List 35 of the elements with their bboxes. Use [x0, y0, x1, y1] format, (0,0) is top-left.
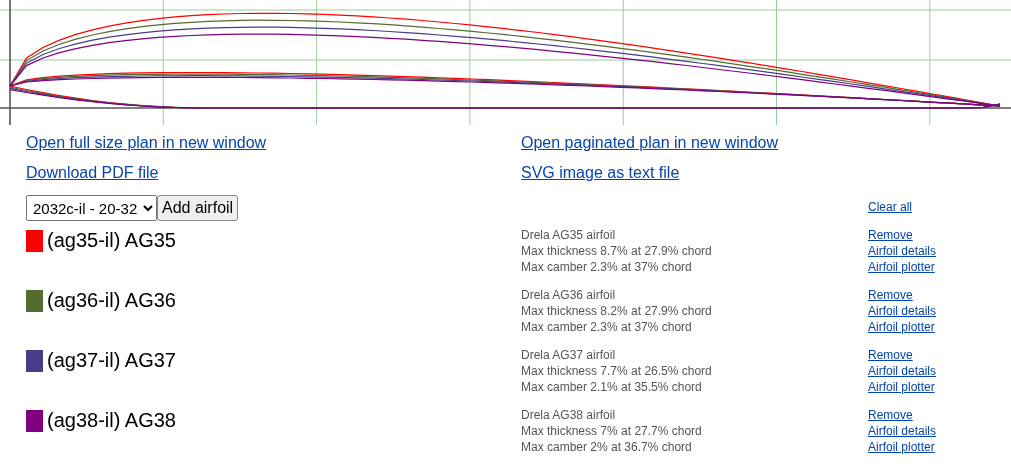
clear-all-link[interactable]: Clear all: [868, 199, 912, 215]
airfoil-name: (ag36-il) AG36: [47, 289, 176, 312]
add-airfoil-button[interactable]: Add airfoil: [157, 195, 239, 221]
airfoil-camber: Max camber 2.3% at 37% chord: [521, 319, 693, 335]
airfoil-link[interactable]: Remove: [868, 407, 913, 423]
airfoil-link[interactable]: Remove: [868, 347, 913, 363]
airfoil-thickness: Max thickness 8.2% at 27.9% chord: [521, 303, 713, 319]
airfoil-link[interactable]: Remove: [868, 227, 913, 243]
plan-link[interactable]: Open full size plan in new window: [26, 133, 267, 153]
airfoil-description: Drela AG35 airfoil: [521, 227, 617, 243]
airfoil-link[interactable]: Airfoil details: [868, 243, 937, 259]
airfoil-description: Drela AG37 airfoil: [521, 347, 617, 363]
airfoil-camber: Max camber 2% at 36.7% chord: [521, 439, 693, 455]
airfoil-thickness: Max thickness 7.7% at 26.5% chord: [521, 363, 713, 379]
airfoil-name: (ag37-il) AG37: [47, 349, 176, 372]
plan-link[interactable]: Download PDF file: [26, 163, 159, 183]
airfoil-thickness: Max thickness 7% at 27.7% chord: [521, 423, 703, 439]
plan-link[interactable]: SVG image as text file: [521, 163, 680, 183]
airfoil-description: Drela AG38 airfoil: [521, 407, 617, 423]
airfoil-link[interactable]: Airfoil plotter: [868, 379, 935, 395]
airfoil-link[interactable]: Airfoil details: [868, 303, 937, 319]
airfoil-thickness: Max thickness 8.7% at 27.9% chord: [521, 243, 713, 259]
airfoil-description: Drela AG36 airfoil: [521, 287, 617, 303]
airfoil-link[interactable]: Airfoil details: [868, 363, 937, 379]
airfoil-name: (ag35-il) AG35: [47, 229, 176, 252]
airfoil-link[interactable]: Airfoil plotter: [868, 259, 935, 275]
airfoil-link[interactable]: Remove: [868, 287, 913, 303]
airfoil-link[interactable]: Airfoil details: [868, 423, 937, 439]
airfoil-link[interactable]: Airfoil plotter: [868, 319, 935, 335]
airfoil-link[interactable]: Airfoil plotter: [868, 439, 935, 455]
plan-link[interactable]: Open paginated plan in new window: [521, 133, 779, 153]
airfoil-select[interactable]: 2032c-il - 20-32: [26, 195, 157, 221]
airfoil-camber: Max camber 2.1% at 35.5% chord: [521, 379, 703, 395]
airfoil-name: (ag38-il) AG38: [47, 409, 176, 432]
airfoil-camber: Max camber 2.3% at 37% chord: [521, 259, 693, 275]
